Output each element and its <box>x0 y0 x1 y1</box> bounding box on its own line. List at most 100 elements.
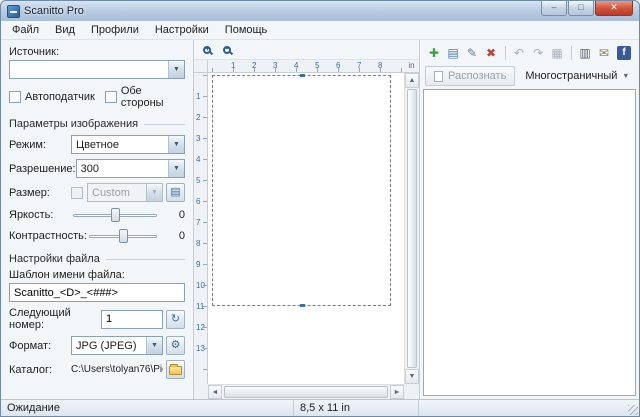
source-select[interactable]: ▼ <box>9 60 185 79</box>
h-ruler-number: 7 <box>357 61 361 70</box>
scroll-left-icon[interactable]: ◄ <box>208 385 222 399</box>
scrollbar-thumb[interactable] <box>407 89 417 368</box>
v-ruler-number: 2 <box>196 113 200 122</box>
vertical-scrollbar[interactable]: ▲ ▼ <box>404 73 419 384</box>
h-ruler-number: 6 <box>336 61 340 70</box>
h-ruler-number: 4 <box>294 61 298 70</box>
next-number-reset-button[interactable]: ↻ <box>166 310 185 329</box>
app-window: Scanitto Pro – □ ✕ Файл Вид Профили Наст… <box>0 0 640 417</box>
undo-icon[interactable]: ↶ <box>510 44 528 62</box>
menu-help[interactable]: Помощь <box>217 22 276 38</box>
scroll-down-icon[interactable]: ▼ <box>405 369 419 384</box>
menu-view[interactable]: Вид <box>47 22 83 38</box>
resize-grip-icon[interactable] <box>628 405 638 415</box>
ocr-row: Распознать Многостраничный ▼ <box>423 64 636 88</box>
chevron-down-icon: ▼ <box>622 73 629 80</box>
minimize-button[interactable]: – <box>541 1 567 16</box>
recognize-button[interactable]: Распознать <box>425 66 515 86</box>
horizontal-scrollbar[interactable]: ◄ ► <box>208 384 404 399</box>
filename-template-label: Шаблон имени файла: <box>9 269 185 281</box>
size-checkbox[interactable] <box>71 187 83 199</box>
redo-icon[interactable]: ↷ <box>529 44 547 62</box>
menu-bar: Файл Вид Профили Настройки Помощь <box>1 21 639 40</box>
filename-template-input[interactable] <box>9 283 185 302</box>
format-label: Формат: <box>9 340 71 352</box>
main-content: Источник: ▼ Автоподатчик Обе стороны Пар… <box>1 40 639 399</box>
window-title: Scanitto Pro <box>24 5 84 17</box>
brightness-slider[interactable] <box>71 207 159 223</box>
adf-checkbox[interactable] <box>9 91 21 103</box>
v-ruler-number: 11 <box>196 302 204 311</box>
zoom-out-icon: − <box>223 46 231 54</box>
selection-handle-top[interactable] <box>300 74 305 77</box>
menu-settings[interactable]: Настройки <box>147 22 217 38</box>
open-page-icon[interactable]: ▤ <box>444 44 462 62</box>
preview-canvas[interactable] <box>208 73 404 384</box>
h-ruler-number: 3 <box>273 61 277 70</box>
v-ruler-number: 4 <box>196 155 200 164</box>
edit-page-icon[interactable]: ✎ <box>463 44 481 62</box>
duplex-checkbox[interactable] <box>105 91 117 103</box>
v-ruler: 12345678910111213 <box>194 73 208 384</box>
pages-panel: ✚▤✎✖ ↶↷▦ ▥✉ f Распознать Многостраничный ▼ <box>420 40 639 399</box>
add-page-icon[interactable]: ✚ <box>425 44 443 62</box>
size-edit-button[interactable]: ▤ <box>166 183 185 202</box>
print-icon[interactable]: ▥ <box>576 44 594 62</box>
status-bar: Ожидание 8,5 x 11 in <box>1 399 639 416</box>
menu-profiles[interactable]: Профили <box>83 22 147 38</box>
v-ruler-number: 9 <box>196 260 200 269</box>
next-number-label: Следующий номер: <box>9 307 101 331</box>
email-icon[interactable]: ✉ <box>595 44 613 62</box>
browse-folder-button[interactable] <box>166 360 185 379</box>
scrollbar-thumb[interactable] <box>224 386 388 398</box>
zoom-in-button[interactable]: + <box>198 42 216 58</box>
close-button[interactable]: ✕ <box>595 1 633 16</box>
mode-select[interactable]: Цветное ▼ <box>71 135 185 154</box>
adf-label: Автоподатчик <box>25 91 95 103</box>
format-settings-button[interactable]: ⚙ <box>166 336 185 355</box>
selection-handle-bottom[interactable] <box>300 304 305 307</box>
size-label: Размер: <box>9 187 71 199</box>
v-ruler-number: 12 <box>196 323 205 332</box>
status-page-size: 8,5 x 11 in <box>294 400 419 416</box>
app-icon <box>7 5 20 18</box>
size-select[interactable]: Custom ▼ <box>87 183 163 202</box>
status-extra <box>419 400 639 416</box>
next-number-input[interactable] <box>101 310 163 329</box>
folder-path: C:\Users\tolyan76\Pictures\ <box>71 364 163 375</box>
preview-panel: + − 12345678 in 12345678910111213 ▲ ▼ <box>194 40 420 399</box>
facebook-icon[interactable]: f <box>617 46 631 60</box>
status-state: Ожидание <box>1 400 294 416</box>
v-ruler-number: 13 <box>196 344 205 353</box>
format-value: JPG (JPEG) <box>76 340 137 352</box>
menu-file[interactable]: Файл <box>4 22 47 38</box>
chevron-down-icon: ▼ <box>146 184 162 201</box>
multipage-dropdown[interactable]: Многостраничный ▼ <box>521 68 633 84</box>
size-value: Custom <box>92 187 130 199</box>
scroll-up-icon[interactable]: ▲ <box>405 73 419 88</box>
v-ruler-number: 7 <box>196 218 200 227</box>
scroll-right-icon[interactable]: ► <box>390 385 404 399</box>
delete-page-icon[interactable]: ✖ <box>482 44 500 62</box>
format-select[interactable]: JPG (JPEG) ▼ <box>71 336 163 355</box>
maximize-button[interactable]: □ <box>568 1 594 16</box>
contrast-slider[interactable] <box>87 228 159 244</box>
title-bar[interactable]: Scanitto Pro – □ ✕ <box>1 1 639 21</box>
slider-thumb[interactable] <box>111 208 120 222</box>
scroll-corner <box>194 384 208 399</box>
h-ruler-number: 5 <box>315 61 319 70</box>
slider-thumb[interactable] <box>119 229 128 243</box>
brightness-label: Яркость: <box>9 209 71 221</box>
resolution-label: Разрешение: <box>9 163 76 175</box>
preview-toolbar: + − <box>194 40 419 60</box>
scanned-pages-list[interactable] <box>423 89 636 396</box>
v-ruler-number: 3 <box>196 134 200 143</box>
duplex-label: Обе стороны <box>121 85 175 109</box>
chevron-down-icon: ▼ <box>168 61 184 78</box>
scroll-corner <box>404 384 419 399</box>
save-icon[interactable]: ▦ <box>548 44 566 62</box>
zoom-out-button[interactable]: − <box>218 42 236 58</box>
resolution-select[interactable]: 300 ▼ <box>76 159 185 178</box>
scan-area-selection[interactable] <box>212 75 391 306</box>
h-ruler-number: 2 <box>252 61 256 70</box>
